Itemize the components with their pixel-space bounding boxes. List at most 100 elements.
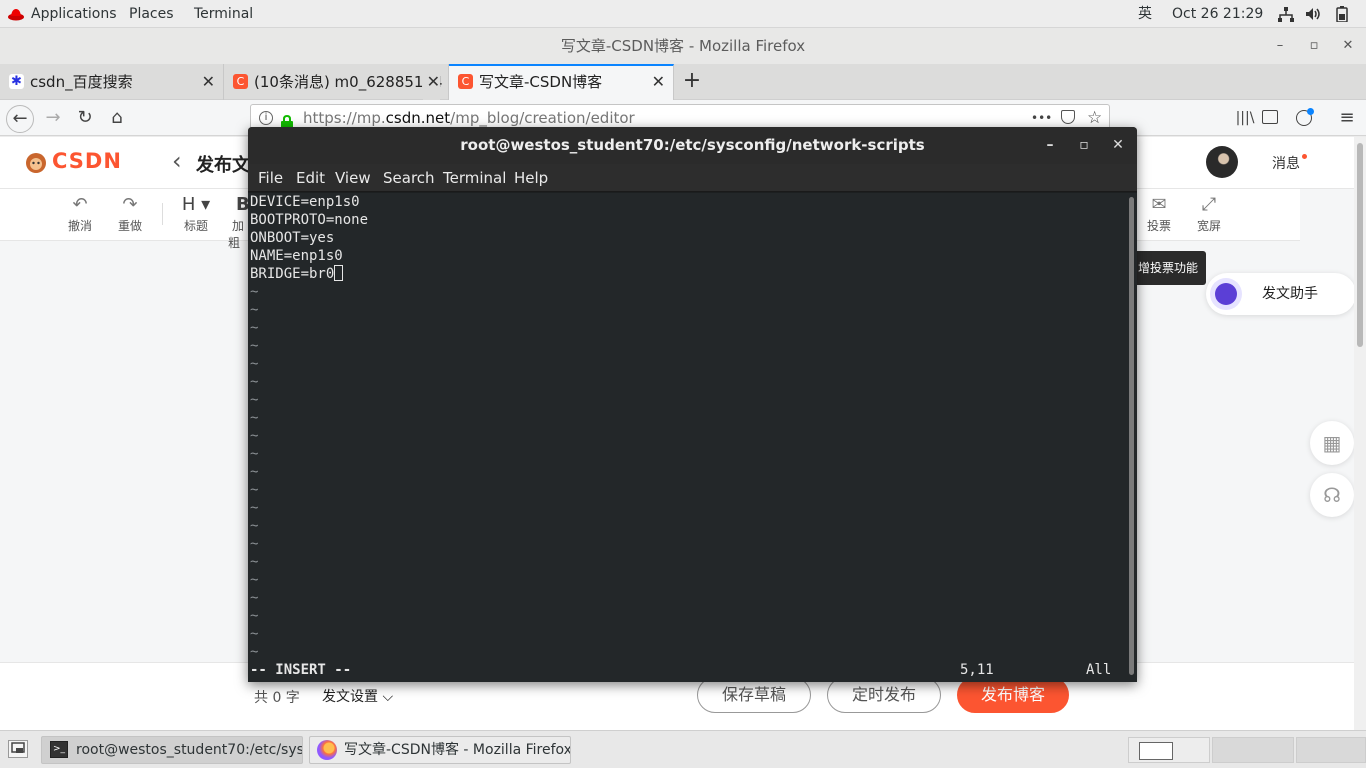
vim-tilde-line: ~ bbox=[250, 644, 259, 660]
terminal-title-bar[interactable]: root@westos_student70:/etc/sysconfig/net… bbox=[248, 127, 1137, 164]
heading-button[interactable]: H ▾ 标题 bbox=[174, 193, 218, 234]
tab-csdn-editor[interactable]: C 写文章-CSDN博客 ✕ bbox=[449, 64, 674, 100]
page-scrollbar[interactable] bbox=[1354, 137, 1366, 730]
expand-icon: ⤢ bbox=[1201, 194, 1217, 215]
vim-tilde-line: ~ bbox=[250, 536, 259, 552]
tab-label: (10条消息) m0_62885194 bbox=[254, 73, 443, 91]
schedule-publish-button[interactable]: 定时发布 bbox=[827, 677, 941, 713]
show-desktop-icon[interactable] bbox=[8, 740, 28, 758]
heading-icon-glyph: H bbox=[181, 194, 196, 215]
clock[interactable]: Oct 26 21:29 bbox=[1172, 0, 1263, 28]
menu-search[interactable]: Search bbox=[383, 164, 435, 192]
terminal-window[interactable]: root@westos_student70:/etc/sysconfig/net… bbox=[248, 127, 1137, 682]
bold-button[interactable]: B 加粗 bbox=[228, 193, 248, 251]
tab-close-icon[interactable]: ✕ bbox=[202, 64, 215, 100]
vote-icon: ✉ bbox=[1151, 194, 1167, 215]
menu-view[interactable]: View bbox=[335, 164, 371, 192]
csdn-logo[interactable]: CSDN bbox=[52, 149, 122, 173]
menu-file[interactable]: File bbox=[258, 164, 283, 192]
places-menu[interactable]: Places bbox=[129, 0, 174, 28]
home-button[interactable]: ⌂ bbox=[104, 106, 130, 130]
pocket-icon[interactable] bbox=[1061, 110, 1075, 124]
sidebar-icon[interactable] bbox=[1262, 110, 1278, 124]
toolbar-divider bbox=[162, 203, 163, 225]
terminal-scrollbar[interactable] bbox=[1126, 193, 1137, 682]
vim-tilde-line: ~ bbox=[250, 338, 259, 354]
messages-link[interactable]: 消息 bbox=[1272, 153, 1300, 173]
back-button[interactable]: ← bbox=[6, 105, 34, 133]
terminal-menubar: File Edit View Search Terminal Help bbox=[248, 164, 1137, 192]
heading-icon: H ▾ bbox=[181, 194, 211, 215]
close-icon[interactable]: ✕ bbox=[1103, 127, 1133, 164]
vim-tilde-line: ~ bbox=[250, 356, 259, 372]
vote-label: 投票 bbox=[1146, 219, 1171, 233]
tab-baidu[interactable]: ✱ csdn_百度搜索 ✕ bbox=[0, 64, 224, 100]
hamburger-menu-icon[interactable]: ≡ bbox=[1334, 106, 1360, 130]
forward-button[interactable]: → bbox=[40, 106, 66, 130]
minimize-icon[interactable]: – bbox=[1035, 127, 1065, 164]
taskbar-terminal[interactable]: >_ root@westos_student70:/etc/sysc... bbox=[41, 736, 303, 764]
reload-button[interactable]: ↻ bbox=[72, 106, 98, 130]
messages-dot-badge bbox=[1302, 154, 1307, 159]
library-icon[interactable]: |||\ bbox=[1232, 106, 1258, 130]
taskbar-firefox[interactable]: 写文章-CSDN博客 - Mozilla Firefox bbox=[309, 736, 571, 764]
taskbar-terminal-label: root@westos_student70:/etc/sysc... bbox=[76, 742, 303, 758]
maximize-icon[interactable]: ▫ bbox=[1069, 127, 1099, 164]
redo-button[interactable]: ↷ 重做 bbox=[108, 193, 152, 234]
vim-tilde-line: ~ bbox=[250, 428, 259, 444]
vim-tilde-line: ~ bbox=[250, 374, 259, 390]
vim-line-current: BRIDGE=br0 bbox=[250, 265, 344, 283]
maximize-icon[interactable]: ▫ bbox=[1302, 28, 1326, 64]
vim-line: DEVICE=enp1s0 bbox=[250, 194, 360, 210]
tab-close-icon[interactable]: ✕ bbox=[652, 66, 665, 98]
workspace-3[interactable] bbox=[1296, 737, 1366, 763]
publish-blog-button[interactable]: 发布博客 bbox=[957, 677, 1069, 713]
csdn-logo-icon[interactable] bbox=[24, 151, 48, 179]
tab-csdn-messages[interactable]: C (10条消息) m0_62885194 ✕ bbox=[224, 64, 449, 100]
battery-icon[interactable] bbox=[1336, 6, 1348, 26]
vim-tilde-line: ~ bbox=[250, 284, 259, 300]
qrcode-icon[interactable]: ▦ bbox=[1310, 421, 1354, 465]
menu-edit[interactable]: Edit bbox=[296, 164, 325, 192]
input-method-indicator[interactable]: 英 bbox=[1138, 0, 1152, 28]
menu-help[interactable]: Help bbox=[514, 164, 548, 192]
menu-terminal[interactable]: Terminal bbox=[443, 164, 506, 192]
text-cursor bbox=[334, 265, 344, 281]
vim-tilde-line: ~ bbox=[250, 572, 259, 588]
network-icon[interactable] bbox=[1278, 7, 1294, 26]
vim-cursor-position: 5,11 bbox=[960, 662, 994, 678]
undo-button[interactable]: ↶ 撤消 bbox=[58, 193, 102, 234]
terminal-scrollbar-thumb[interactable] bbox=[1129, 197, 1134, 675]
vim-tilde-line: ~ bbox=[250, 320, 259, 336]
page-scrollbar-thumb[interactable] bbox=[1357, 143, 1363, 347]
customer-service-icon[interactable]: ☊ bbox=[1310, 473, 1354, 517]
save-draft-button[interactable]: 保存草稿 bbox=[697, 677, 811, 713]
vote-button[interactable]: ✉ 投票 bbox=[1137, 193, 1181, 234]
vim-tilde-line: ~ bbox=[250, 626, 259, 642]
terminal-app-menu[interactable]: Terminal bbox=[194, 0, 253, 28]
info-icon[interactable]: i bbox=[259, 111, 273, 125]
vim-tilde-line: ~ bbox=[250, 590, 259, 606]
minimize-icon[interactable]: – bbox=[1268, 28, 1292, 64]
tab-close-icon[interactable]: ✕ bbox=[422, 64, 440, 100]
vim-tilde-line: ~ bbox=[250, 482, 259, 498]
vim-tilde-line: ~ bbox=[250, 392, 259, 408]
tab-bar: ✱ csdn_百度搜索 ✕ C (10条消息) m0_62885194 ✕ C … bbox=[0, 64, 1366, 100]
baidu-paw-icon: ✱ bbox=[9, 74, 24, 89]
avatar[interactable] bbox=[1206, 146, 1238, 178]
taskbar-firefox-label: 写文章-CSDN博客 - Mozilla Firefox bbox=[344, 742, 571, 758]
tab-label: 写文章-CSDN博客 bbox=[479, 73, 603, 91]
publish-assistant-button[interactable]: 发文助手 bbox=[1206, 273, 1356, 315]
terminal-content[interactable]: DEVICE=enp1s0 BOOTPROTO=none ONBOOT=yes … bbox=[248, 193, 1126, 682]
close-icon[interactable]: ✕ bbox=[1336, 28, 1360, 64]
volume-icon[interactable] bbox=[1306, 7, 1322, 25]
new-tab-button[interactable]: + bbox=[680, 64, 704, 100]
applications-menu[interactable]: Applications bbox=[31, 0, 117, 28]
publish-settings-link[interactable]: 发文设置 ⌵ bbox=[322, 686, 393, 706]
publish-settings-label: 发文设置 bbox=[322, 689, 378, 705]
back-arrow-icon[interactable]: ‹ bbox=[172, 147, 182, 175]
workspace-2[interactable] bbox=[1212, 737, 1294, 763]
assistant-label: 发文助手 bbox=[1262, 286, 1318, 302]
workspace-1[interactable] bbox=[1128, 737, 1210, 763]
wide-screen-button[interactable]: ⤢ 宽屏 bbox=[1187, 193, 1231, 234]
